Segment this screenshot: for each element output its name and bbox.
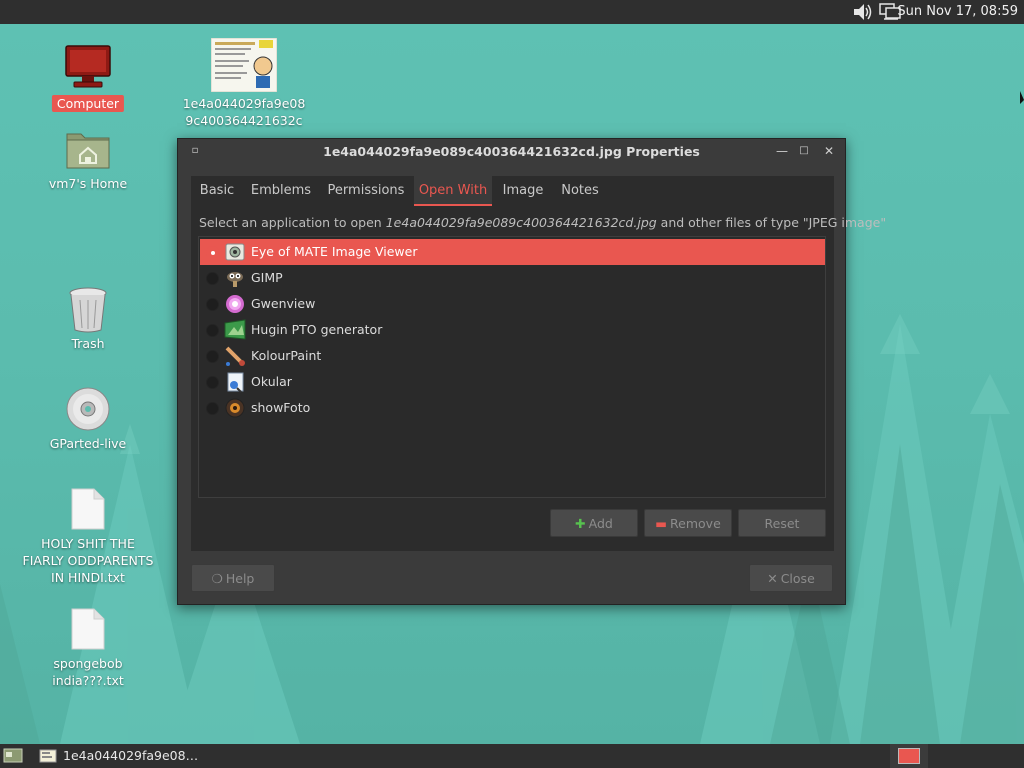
radio-button[interactable] bbox=[206, 402, 219, 415]
workspace-1[interactable] bbox=[898, 748, 920, 764]
app-name: Eye of MATE Image Viewer bbox=[251, 244, 418, 259]
app-row-gwenview[interactable]: Gwenview bbox=[200, 291, 825, 317]
desktop-icon-label: vm7's Home bbox=[48, 176, 128, 191]
tab-open-with[interactable]: Open With bbox=[414, 176, 492, 206]
properties-window: ▫ 1e4a044029fa9e089c400364421632cd.jpg P… bbox=[177, 138, 886, 605]
disc-icon bbox=[65, 386, 111, 436]
close-icon: ✕ bbox=[767, 571, 778, 586]
radio-button[interactable] bbox=[206, 376, 219, 389]
text-file-icon bbox=[71, 488, 105, 534]
desktop-icon-text-file[interactable]: HOLY SHIT THE FIARLY ODDPARENTS IN HINDI… bbox=[18, 488, 158, 588]
help-icon: ❍ bbox=[211, 571, 223, 586]
okular-icon bbox=[227, 372, 244, 393]
desktop-icon-label: Trash bbox=[71, 336, 105, 351]
tab-notes[interactable]: Notes bbox=[552, 176, 608, 206]
minimize-icon[interactable]: — bbox=[773, 142, 791, 160]
gwenview-icon bbox=[226, 295, 244, 313]
desktop-icon-label: GParted-live bbox=[49, 436, 127, 451]
image-thumbnail bbox=[210, 37, 278, 96]
desktop-icon-label: HOLY SHIT THE FIARLY ODDPARENTS IN HINDI… bbox=[22, 536, 154, 585]
desktop-icon-trash[interactable]: Trash bbox=[18, 286, 158, 354]
close-button[interactable]: ✕ Close bbox=[749, 564, 833, 592]
desktop-icon-text-file[interactable]: spongebob india???.txt bbox=[18, 608, 158, 692]
help-button[interactable]: ❍ Help bbox=[191, 564, 275, 592]
trash-icon bbox=[67, 286, 109, 338]
taskbar-image-icon bbox=[39, 748, 57, 768]
close-window-icon[interactable]: ✕ bbox=[820, 142, 838, 160]
desktop-icon-gparted[interactable]: GParted-live bbox=[18, 386, 158, 454]
app-name: Okular bbox=[251, 374, 292, 389]
home-folder-icon bbox=[65, 128, 111, 174]
application-list: Eye of MATE Image Viewer GIMP Gwenview H… bbox=[198, 236, 826, 498]
radio-button[interactable] bbox=[206, 246, 219, 259]
reset-button[interactable]: Reset bbox=[738, 509, 826, 537]
window-titlebar[interactable]: ▫ 1e4a044029fa9e089c400364421632cd.jpg P… bbox=[178, 139, 845, 165]
app-row-kolourpaint[interactable]: KolourPaint bbox=[200, 343, 825, 369]
tab-permissions[interactable]: Permissions bbox=[319, 176, 413, 206]
app-row-eye-of-mate[interactable]: Eye of MATE Image Viewer bbox=[200, 239, 825, 265]
tab-bar: Basic Emblems Permissions Open With Imag… bbox=[191, 176, 834, 206]
remove-button[interactable]: ▬ Remove bbox=[644, 509, 732, 537]
remove-icon: ▬ bbox=[655, 516, 668, 531]
tab-basic[interactable]: Basic bbox=[191, 176, 243, 206]
desktop-icon-home[interactable]: vm7's Home bbox=[18, 128, 158, 196]
app-name: Gwenview bbox=[251, 296, 316, 311]
radio-button[interactable] bbox=[206, 272, 219, 285]
kolourpaint-icon bbox=[225, 346, 245, 366]
tab-image[interactable]: Image bbox=[494, 176, 552, 206]
text-file-icon bbox=[71, 608, 105, 654]
add-icon: ✚ bbox=[575, 516, 586, 531]
tab-emblems[interactable]: Emblems bbox=[243, 176, 319, 206]
bottom-panel: 1e4a044029fa9e08… bbox=[0, 744, 1024, 768]
clock[interactable]: Sun Nov 17, 08:59 bbox=[897, 4, 1018, 19]
description-filename: 1e4a044029fa9e089c400364421632cd.jpg bbox=[385, 215, 657, 230]
open-with-panel: Select an application to open 1e4a044029… bbox=[191, 206, 886, 551]
mouse-cursor bbox=[1020, 91, 1024, 104]
taskbar-window-button[interactable]: 1e4a044029fa9e08… bbox=[63, 748, 198, 763]
maximize-icon[interactable]: □ bbox=[795, 142, 813, 160]
workspace-switcher[interactable] bbox=[890, 744, 928, 768]
eom-icon bbox=[225, 243, 245, 261]
app-row-showfoto[interactable]: showFoto bbox=[200, 395, 825, 421]
radio-button[interactable] bbox=[206, 350, 219, 363]
volume-icon[interactable] bbox=[852, 2, 874, 22]
app-row-hugin[interactable]: Hugin PTO generator bbox=[200, 317, 825, 343]
open-with-description: Select an application to open 1e4a044029… bbox=[199, 215, 887, 230]
window-title: 1e4a044029fa9e089c400364421632cd.jpg Pro… bbox=[323, 144, 700, 159]
top-panel: Sun Nov 17, 08:59 bbox=[0, 0, 1024, 24]
desktop-icon-computer[interactable]: Computer bbox=[18, 44, 158, 116]
app-row-okular[interactable]: Okular bbox=[200, 369, 825, 395]
radio-button[interactable] bbox=[206, 298, 219, 311]
showfoto-icon bbox=[225, 398, 245, 418]
app-name: showFoto bbox=[251, 400, 311, 415]
desktop-icon-label: Computer bbox=[51, 95, 125, 112]
radio-button[interactable] bbox=[206, 324, 219, 337]
desktop-icon-label: 1e4a044029fa9e089c400364421632cd.jpg bbox=[182, 96, 306, 128]
show-desktop-icon[interactable] bbox=[3, 747, 23, 768]
computer-icon bbox=[64, 44, 112, 94]
hugin-icon bbox=[224, 319, 246, 340]
desktop-icon-image-file[interactable]: 1e4a044029fa9e089c400364421632cd.jpg bbox=[174, 37, 314, 138]
app-name: Hugin PTO generator bbox=[251, 322, 383, 337]
app-name: KolourPaint bbox=[251, 348, 322, 363]
gimp-icon bbox=[227, 272, 243, 287]
desktop-icon-label: spongebob india???.txt bbox=[52, 656, 124, 688]
app-row-gimp[interactable]: GIMP bbox=[200, 265, 825, 291]
app-name: GIMP bbox=[251, 270, 283, 285]
add-button[interactable]: ✚ Add bbox=[550, 509, 638, 537]
